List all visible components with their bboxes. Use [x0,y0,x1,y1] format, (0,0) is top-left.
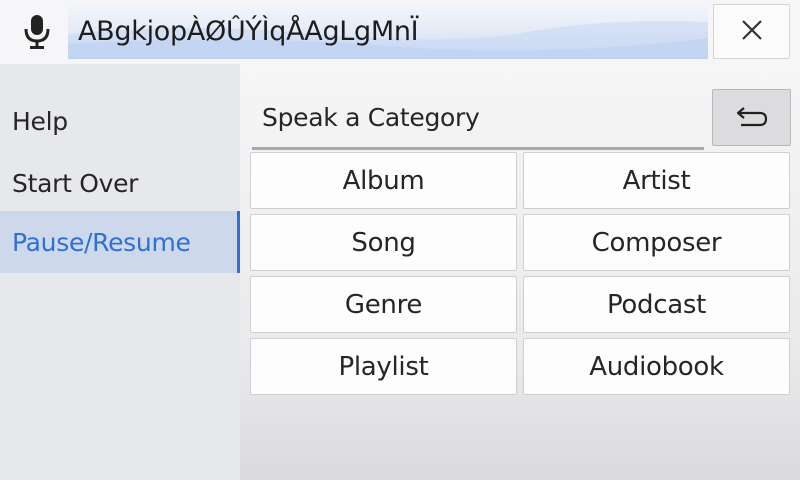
sidebar-item-pause-resume[interactable]: Pause/Resume [0,211,240,273]
category-prompt: Speak a Category [252,88,704,150]
category-button-album[interactable]: Album [250,152,517,209]
sidebar-item-label: Help [12,106,68,136]
category-button-label: Song [351,227,416,258]
category-button-label: Artist [622,165,691,196]
sidebar-item-label: Pause/Resume [12,227,191,257]
category-button-playlist[interactable]: Playlist [250,338,517,395]
category-button-song[interactable]: Song [250,214,517,271]
recognized-speech-field: ABgkjopÀØÛÝÌqÅAgLgMnÏ [68,4,708,59]
category-button-label: Podcast [606,289,707,320]
category-button-composer[interactable]: Composer [523,214,790,271]
recognized-speech-text: ABgkjopÀØÛÝÌqÅAgLgMnÏ [78,16,419,47]
category-button-artist[interactable]: Artist [523,152,790,209]
sidebar-item-start-over[interactable]: Start Over [0,152,240,214]
close-icon [741,19,763,45]
category-button-podcast[interactable]: Podcast [523,276,790,333]
category-button-label: Genre [344,289,423,320]
category-button-genre[interactable]: Genre [250,276,517,333]
category-button-audiobook[interactable]: Audiobook [523,338,790,395]
command-sidebar: Help Start Over Pause/Resume [0,64,240,480]
category-panel: Speak a Category Album Artist Song Compo… [240,64,800,480]
sidebar-item-label: Start Over [12,168,139,198]
voice-command-header: ABgkjopÀØÛÝÌqÅAgLgMnÏ [0,0,800,64]
back-button[interactable] [712,89,791,146]
sidebar-item-help[interactable]: Help [0,90,240,152]
close-button[interactable] [713,4,790,59]
category-button-label: Audiobook [589,351,724,382]
microphone-icon [22,14,52,50]
category-button-label: Album [342,165,425,196]
back-arrow-icon [735,104,769,132]
category-prompt-text: Speak a Category [262,103,480,132]
category-button-label: Playlist [338,351,429,382]
category-button-label: Composer [591,227,722,258]
